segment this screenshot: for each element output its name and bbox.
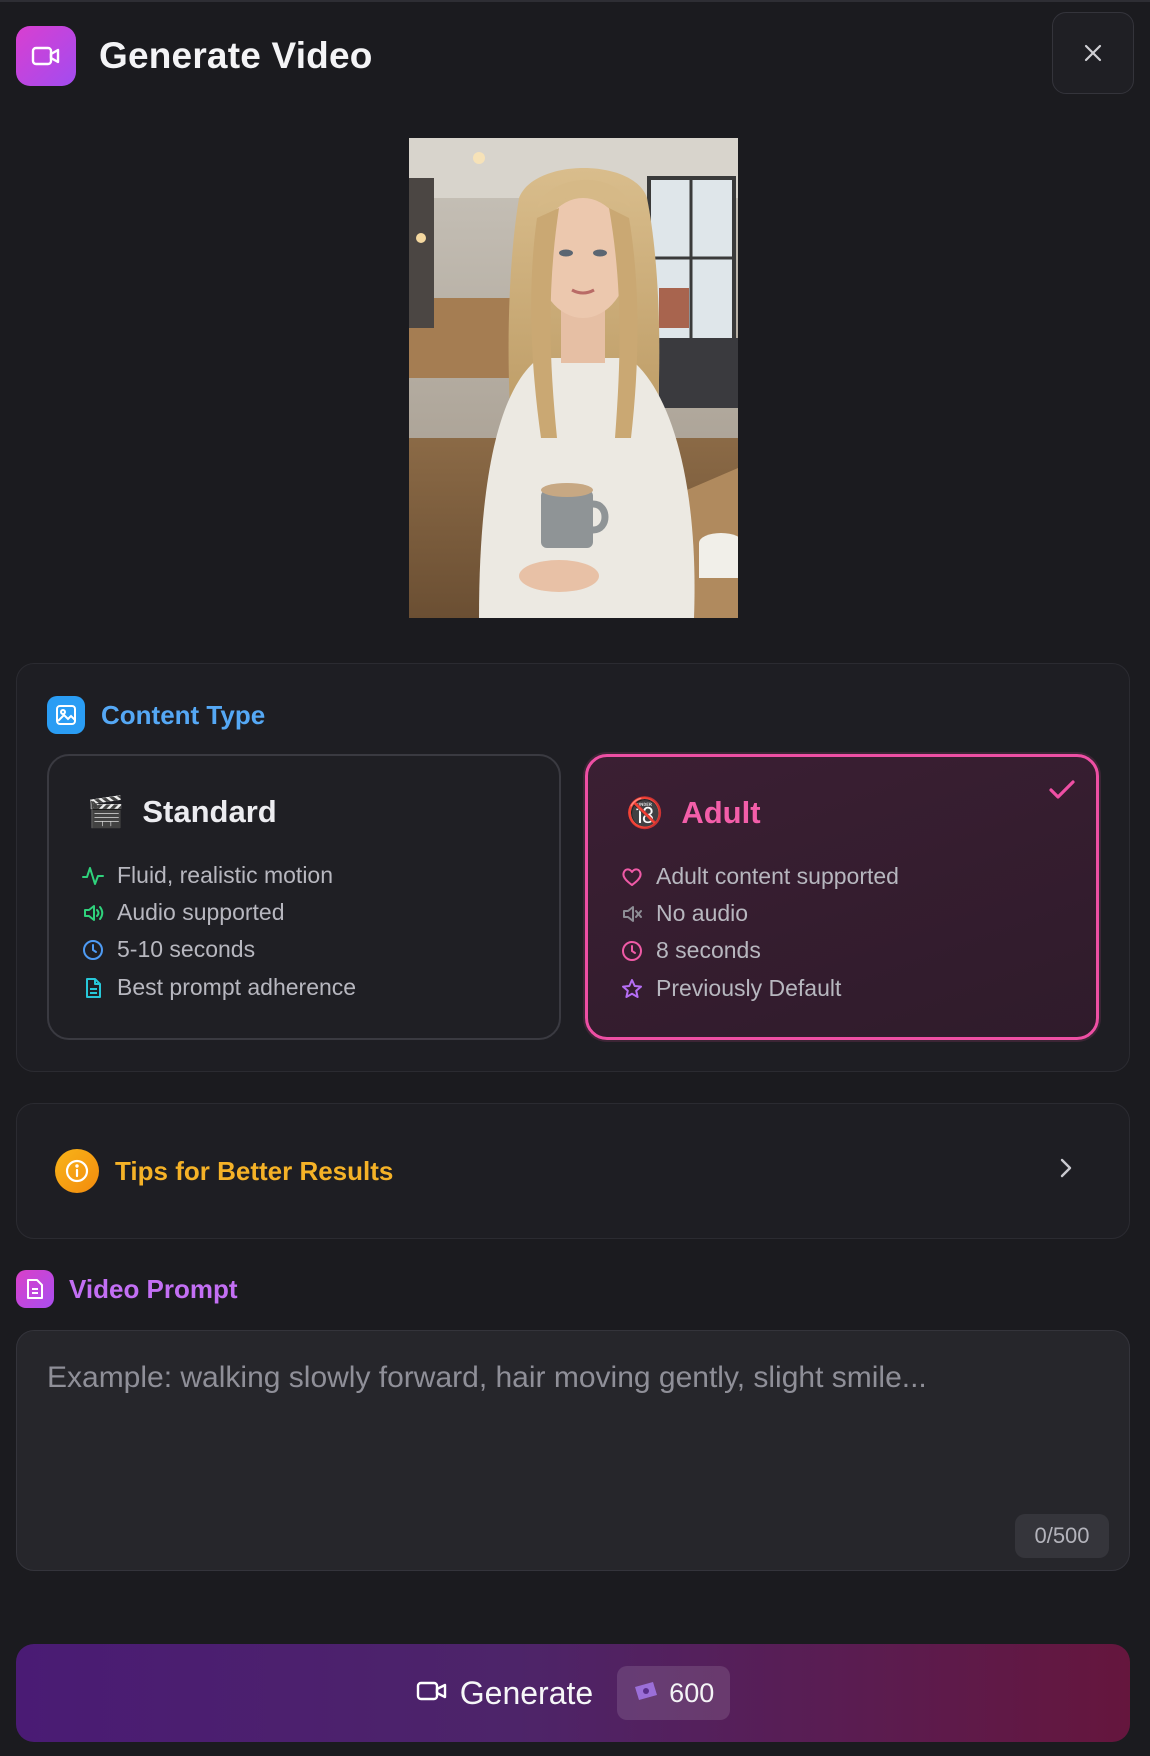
- feature-item: Adult content supported: [620, 863, 899, 890]
- feature-text: 5-10 seconds: [117, 936, 256, 962]
- close-icon: [1084, 44, 1102, 62]
- feature-item: 5-10 seconds: [81, 936, 255, 963]
- credits-badge: 600: [617, 1666, 731, 1720]
- feature-text: 8 seconds: [656, 937, 761, 963]
- video-prompt-input[interactable]: [17, 1331, 1129, 1570]
- feature-text: Previously Default: [656, 975, 842, 1001]
- content-type-header: Content Type: [47, 696, 265, 734]
- activity-icon: [81, 864, 105, 888]
- chevron-right-icon: [1059, 1156, 1073, 1185]
- content-type-option-adult[interactable]: 🔞 Adult Adult content supported No audio: [585, 754, 1099, 1040]
- ticket-icon: [633, 1681, 659, 1706]
- clock-icon: [620, 939, 644, 963]
- checkmark-icon: [1048, 779, 1076, 806]
- video-camera-icon: [416, 1679, 448, 1708]
- video-camera-icon: [16, 26, 76, 86]
- feature-item: Previously Default: [620, 975, 841, 1002]
- video-prompt-header: Video Prompt: [16, 1270, 238, 1308]
- feature-text: Best prompt adherence: [117, 974, 357, 1000]
- speaker-icon: [81, 901, 105, 925]
- info-icon: [55, 1149, 99, 1193]
- option-title-text: Adult: [681, 795, 761, 830]
- heart-icon: [620, 865, 644, 889]
- option-title-adult: 🔞 Adult: [626, 795, 761, 831]
- generate-label: Generate: [459, 1674, 594, 1711]
- source-image-preview: [409, 138, 738, 618]
- feature-item: Fluid, realistic motion: [81, 862, 333, 889]
- tips-expander[interactable]: Tips for Better Results: [16, 1103, 1130, 1239]
- feature-item: 8 seconds: [620, 937, 761, 964]
- clapperboard-icon: 🎬: [87, 795, 125, 829]
- document-icon: [16, 1270, 54, 1308]
- muted-speaker-icon: [620, 902, 644, 926]
- video-prompt-label: Video Prompt: [69, 1273, 238, 1304]
- feature-text: Fluid, realistic motion: [117, 862, 334, 888]
- clock-icon: [81, 938, 105, 962]
- generate-video-modal: Generate Video Content Type 🎬 Standard F…: [0, 0, 1150, 1756]
- modal-title: Generate Video: [99, 35, 373, 76]
- video-prompt-field: 0/500: [16, 1330, 1130, 1571]
- option-title-standard: 🎬 Standard: [87, 794, 277, 830]
- no-under-18-icon: 🔞: [626, 796, 664, 830]
- generate-button[interactable]: Generate 600: [16, 1644, 1130, 1742]
- feature-text: Audio supported: [117, 899, 285, 925]
- document-icon: [81, 976, 105, 1000]
- star-icon: [620, 977, 644, 1001]
- feature-item: Audio supported: [81, 899, 285, 926]
- feature-text: No audio: [656, 900, 749, 926]
- tips-label: Tips for Better Results: [115, 1155, 394, 1186]
- top-divider: [0, 0, 1150, 2]
- content-type-label: Content Type: [101, 699, 266, 730]
- feature-item: No audio: [620, 900, 748, 927]
- credits-value: 600: [669, 1677, 715, 1708]
- image-icon: [47, 696, 85, 734]
- modal-header: Generate Video: [16, 12, 1134, 94]
- character-counter: 0/500: [1015, 1514, 1109, 1558]
- feature-text: Adult content supported: [656, 863, 899, 889]
- close-button[interactable]: [1052, 12, 1134, 94]
- feature-item: Best prompt adherence: [81, 974, 356, 1001]
- content-type-panel: Content Type 🎬 Standard Fluid, realistic…: [16, 663, 1130, 1072]
- option-title-text: Standard: [142, 794, 277, 829]
- content-type-option-standard[interactable]: 🎬 Standard Fluid, realistic motion Audio…: [47, 754, 561, 1040]
